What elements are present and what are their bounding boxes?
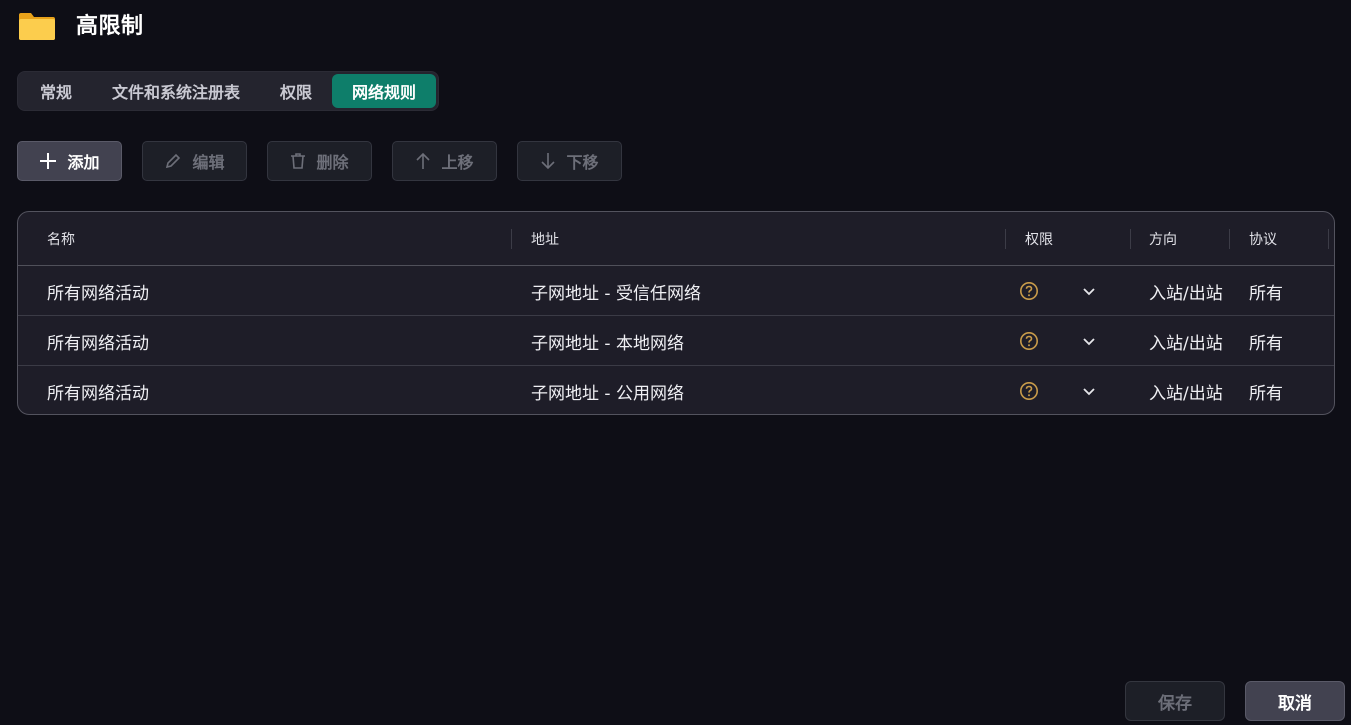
- trash-icon: [291, 153, 306, 169]
- save-button[interactable]: 保存: [1125, 681, 1225, 721]
- folder-icon: [19, 13, 55, 40]
- column-divider[interactable]: [1328, 229, 1329, 249]
- move-down-button-label: 下移: [566, 153, 599, 172]
- rule-direction: 入站/出站: [1149, 383, 1223, 404]
- cancel-button[interactable]: 取消: [1245, 681, 1345, 721]
- chevron-down-icon: [1083, 288, 1095, 296]
- add-button-label: 添加: [67, 153, 100, 172]
- tab-permissions[interactable]: 权限: [260, 74, 332, 108]
- column-divider[interactable]: [1229, 229, 1230, 249]
- rule-name: 所有网络活动: [47, 383, 149, 404]
- permission-dropdown[interactable]: [1019, 316, 1097, 366]
- question-icon: [1020, 382, 1038, 400]
- permission-dropdown[interactable]: [1019, 366, 1097, 414]
- rule-protocol: 所有: [1249, 283, 1283, 304]
- arrow-down-icon: [541, 153, 556, 170]
- add-button[interactable]: 添加: [17, 141, 122, 181]
- rule-protocol: 所有: [1249, 333, 1283, 354]
- toolbar: 添加 编辑 删除 上移 下移: [17, 141, 622, 181]
- page-title: 高限制: [76, 14, 144, 39]
- network-rules-table: 名称 地址 权限 方向 协议 所有网络活动 子网地址 - 受信任网络 入站/出站…: [17, 211, 1335, 415]
- rule-address: 子网地址 - 受信任网络: [531, 283, 701, 304]
- edit-button-label: 编辑: [192, 153, 225, 172]
- rule-address: 子网地址 - 本地网络: [531, 333, 684, 354]
- column-header-direction[interactable]: 方向: [1149, 212, 1177, 266]
- question-icon: [1020, 282, 1038, 300]
- page-header: 高限制: [18, 6, 144, 42]
- chevron-down-icon: [1083, 338, 1095, 346]
- move-up-button[interactable]: 上移: [392, 141, 497, 181]
- permission-dropdown[interactable]: [1019, 266, 1097, 316]
- rule-direction: 入站/出站: [1149, 283, 1223, 304]
- edit-button[interactable]: 编辑: [142, 141, 247, 181]
- delete-button[interactable]: 删除: [267, 141, 372, 181]
- pencil-icon: [166, 153, 181, 169]
- rule-name: 所有网络活动: [47, 333, 149, 354]
- chevron-down-icon: [1083, 388, 1095, 396]
- table-row[interactable]: 所有网络活动 子网地址 - 本地网络 入站/出站 所有: [18, 316, 1334, 366]
- move-down-button[interactable]: 下移: [517, 141, 622, 181]
- column-header-name[interactable]: 名称: [47, 212, 75, 266]
- tab-network-rules[interactable]: 网络规则: [332, 74, 437, 108]
- column-divider[interactable]: [511, 229, 512, 249]
- rule-address: 子网地址 - 公用网络: [531, 383, 684, 404]
- question-icon: [1020, 332, 1038, 350]
- rule-protocol: 所有: [1249, 383, 1283, 404]
- tab-general[interactable]: 常规: [20, 74, 92, 108]
- column-divider[interactable]: [1005, 229, 1006, 249]
- tab-files-registry[interactable]: 文件和系统注册表: [92, 74, 260, 108]
- table-row[interactable]: 所有网络活动 子网地址 - 公用网络 入站/出站 所有: [18, 366, 1334, 414]
- rule-direction: 入站/出站: [1149, 333, 1223, 354]
- arrow-up-icon: [416, 152, 431, 169]
- column-header-protocol[interactable]: 协议: [1249, 212, 1277, 266]
- rule-name: 所有网络活动: [47, 283, 149, 304]
- table-header: 名称 地址 权限 方向 协议: [18, 212, 1334, 266]
- column-header-address[interactable]: 地址: [531, 212, 559, 266]
- column-divider[interactable]: [1130, 229, 1131, 249]
- tab-bar: 常规 文件和系统注册表 权限 网络规则: [17, 71, 440, 111]
- plus-icon: [40, 153, 57, 169]
- column-header-permission[interactable]: 权限: [1025, 212, 1053, 266]
- move-up-button-label: 上移: [441, 153, 474, 172]
- delete-button-label: 删除: [316, 153, 349, 172]
- table-row[interactable]: 所有网络活动 子网地址 - 受信任网络 入站/出站 所有: [18, 266, 1334, 316]
